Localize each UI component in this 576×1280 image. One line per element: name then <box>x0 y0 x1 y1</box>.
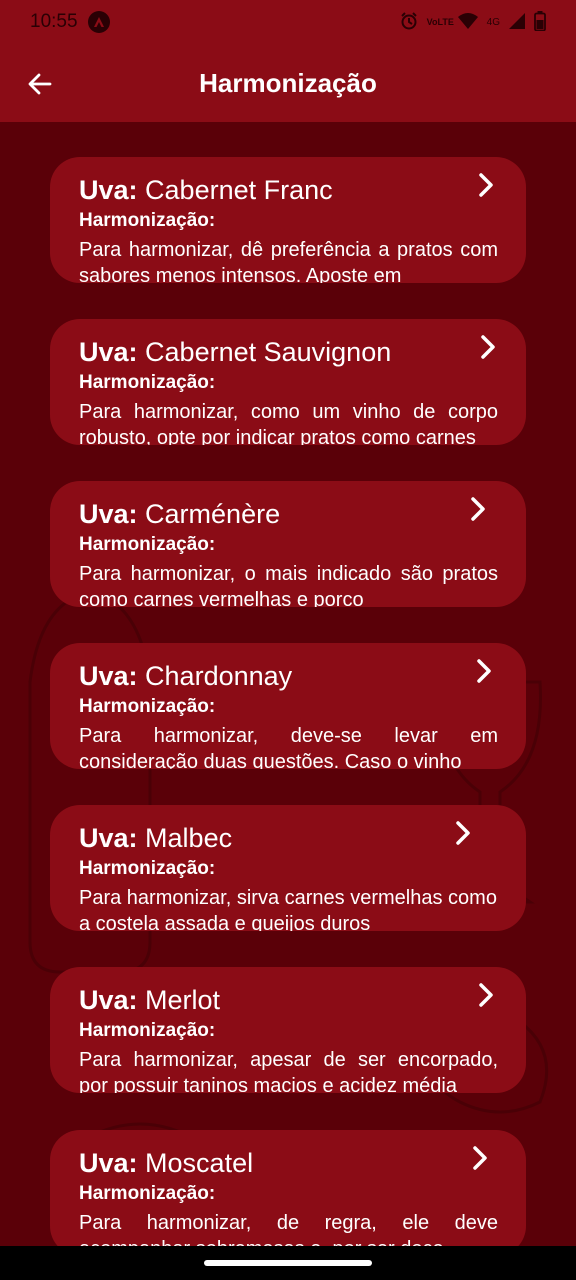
harmonizacao-label: Harmonização: <box>79 210 216 231</box>
grape-name: Malbec <box>145 823 233 853</box>
harmonizacao-label: Harmonização: <box>79 534 216 555</box>
alarm-icon <box>399 11 419 34</box>
uva-label: Uva: <box>79 661 138 691</box>
grape-name: Cabernet Sauvignon <box>145 337 392 367</box>
grape-title: Uva: Chardonnay <box>79 659 498 693</box>
grape-title: Uva: Malbec <box>79 821 498 855</box>
grape-name: Moscatel <box>145 1148 254 1178</box>
page-title: Harmonização <box>199 67 377 98</box>
harmonizacao-label: Harmonização: <box>79 1183 216 1204</box>
grape-card-carmenere[interactable]: Uva: Carménère Harmonização: Para harmon… <box>50 481 526 607</box>
chevron-right-icon[interactable] <box>470 657 498 685</box>
chevron-right-icon[interactable] <box>464 495 492 523</box>
chevron-right-icon[interactable] <box>449 819 477 847</box>
harmonizacao-text: Para harmonizar, dê preferência a pratos… <box>79 239 498 283</box>
grape-card-cabernet-sauvignon[interactable]: Uva: Cabernet Sauvignon Harmonização: Pa… <box>50 319 526 445</box>
harmonizacao-label: Harmonização: <box>79 696 216 717</box>
harmonizacao-text: Para harmonizar, apesar de ser encorpado… <box>79 1049 498 1093</box>
grape-card-malbec[interactable]: Uva: Malbec Harmonização: Para harmoniza… <box>50 805 526 931</box>
harmonizacao-text: Para harmonizar, deve-se levar em consid… <box>79 725 498 769</box>
grape-card-merlot[interactable]: Uva: Merlot Harmonização: Para harmoniza… <box>50 967 526 1093</box>
grape-title: Uva: Merlot <box>79 983 498 1017</box>
grape-title: Uva: Cabernet Franc <box>79 173 498 207</box>
grape-card-chardonnay[interactable]: Uva: Chardonnay Harmonização: Para harmo… <box>50 643 526 769</box>
uva-label: Uva: <box>79 823 138 853</box>
grape-title: Uva: Moscatel <box>79 1146 498 1180</box>
harmonizacao-text: Para harmonizar, o mais indicado são pra… <box>79 563 498 607</box>
wifi-icon <box>457 12 479 33</box>
chevron-right-icon[interactable] <box>466 1144 494 1172</box>
arrow-back-icon <box>28 73 52 95</box>
harmonizacao-label: Harmonização: <box>79 1020 216 1041</box>
harmonizacao-label: Harmonização: <box>79 372 216 393</box>
harmonizacao-text: Para harmonizar, como um vinho de corpo … <box>79 401 498 445</box>
uva-label: Uva: <box>79 337 138 367</box>
uva-label: Uva: <box>79 985 138 1015</box>
grape-name: Cabernet Franc <box>145 175 333 205</box>
grape-name: Carménère <box>145 499 281 529</box>
grape-list[interactable]: Uva: Cabernet Franc Harmonização: Para h… <box>0 122 576 1246</box>
back-button[interactable] <box>22 66 58 102</box>
app-notification-icon <box>87 11 110 33</box>
grape-card-cabernet-franc[interactable]: Uva: Cabernet Franc Harmonização: Para h… <box>50 157 526 283</box>
grape-title: Uva: Cabernet Sauvignon <box>79 335 498 369</box>
home-gesture-handle[interactable] <box>204 1260 372 1266</box>
harmonizacao-label: Harmonização: <box>79 858 216 879</box>
grape-card-moscatel[interactable]: Uva: Moscatel Harmonização: Para harmoni… <box>50 1130 526 1246</box>
system-nav-bar <box>0 1246 576 1280</box>
uva-label: Uva: <box>79 175 138 205</box>
grape-name: Merlot <box>145 985 221 1015</box>
status-time: 10:55 <box>30 11 78 32</box>
signal-label: 4G <box>486 16 500 28</box>
chevron-right-icon[interactable] <box>472 981 500 1009</box>
harmonizacao-text: Para harmonizar, sirva carnes vermelhas … <box>79 887 497 931</box>
chevron-right-icon[interactable] <box>472 171 500 199</box>
grape-title: Uva: Carménère <box>79 497 498 531</box>
grape-name: Chardonnay <box>145 661 293 691</box>
uva-label: Uva: <box>79 1148 138 1178</box>
app-bar: Harmonização <box>0 44 576 122</box>
chevron-right-icon[interactable] <box>474 333 502 361</box>
status-bar: 10:55 VoLTE 4G <box>0 0 576 44</box>
volte-label: VoLTE <box>426 17 454 27</box>
battery-icon <box>534 10 546 34</box>
cell-signal-icon <box>508 12 526 33</box>
harmonizacao-text: Para harmonizar, de regra, ele deve acom… <box>79 1212 498 1246</box>
uva-label: Uva: <box>79 499 138 529</box>
